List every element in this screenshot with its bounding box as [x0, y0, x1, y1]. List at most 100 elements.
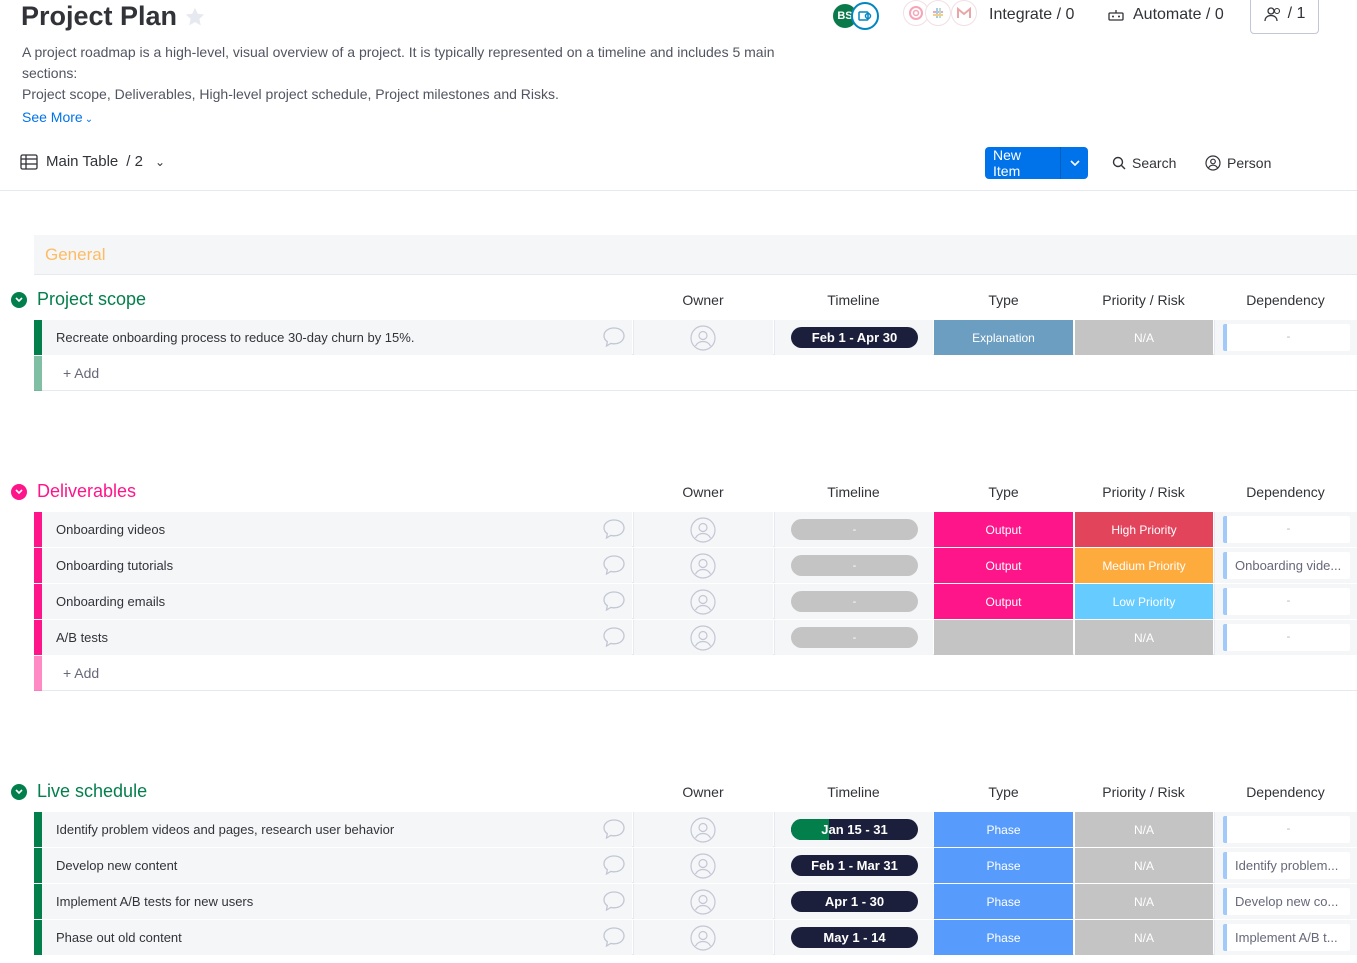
dependency-cell[interactable]: -	[1214, 584, 1357, 619]
column-header-owner[interactable]: Owner	[633, 784, 773, 800]
timeline-cell[interactable]: Apr 1 - 30	[774, 884, 933, 919]
column-header-owner[interactable]: Owner	[633, 484, 773, 500]
timeline-pill[interactable]: Apr 1 - 30	[791, 891, 918, 912]
priority-status-cell[interactable]: Low Priority	[1074, 584, 1213, 619]
item-name[interactable]: Onboarding videos	[56, 522, 165, 537]
add-item-input[interactable]: + Add	[63, 665, 99, 681]
person-filter-button[interactable]: Person	[1205, 155, 1271, 171]
type-status-cell[interactable]: Output	[934, 584, 1073, 619]
comment-icon[interactable]	[602, 626, 626, 648]
priority-status-cell[interactable]: N/A	[1074, 920, 1213, 955]
item-name-cell[interactable]: Implement A/B tests for new users	[42, 884, 632, 919]
type-status-cell[interactable]: Explanation	[934, 320, 1073, 355]
comment-icon[interactable]	[602, 818, 626, 840]
owner-cell[interactable]	[633, 320, 773, 355]
main-table-view-tab[interactable]: Main Table / 2 ⌄	[20, 153, 165, 170]
dependency-cell[interactable]: Onboarding vide...	[1214, 548, 1357, 583]
comment-icon[interactable]	[602, 590, 626, 612]
table-row[interactable]: Develop new content Feb 1 - Mar 31 Phase N/…	[34, 848, 1357, 883]
dependency-cell[interactable]: Identify problem...	[1214, 848, 1357, 883]
column-header-priority[interactable]: Priority / Risk	[1074, 484, 1213, 500]
comment-icon[interactable]	[602, 554, 626, 576]
timeline-cell[interactable]: May 1 - 14	[774, 920, 933, 955]
column-header-type[interactable]: Type	[934, 292, 1073, 308]
type-status-cell[interactable]: Phase	[934, 848, 1073, 883]
owner-cell[interactable]	[633, 548, 773, 583]
timeline-cell[interactable]: Feb 1 - Apr 30	[774, 320, 933, 355]
priority-status-cell[interactable]: N/A	[1074, 848, 1213, 883]
owner-cell[interactable]	[633, 584, 773, 619]
search-button[interactable]: Search	[1112, 155, 1176, 171]
person-placeholder-icon[interactable]	[690, 325, 716, 351]
dependency-value[interactable]: -	[1223, 324, 1350, 351]
table-row[interactable]: Phase out old content May 1 - 14 Phase N/A I…	[34, 920, 1357, 955]
item-name[interactable]: Identify problem videos and pages, resea…	[56, 822, 394, 837]
table-row[interactable]: Recreate onboarding process to reduce 30…	[34, 320, 1357, 355]
dependency-cell[interactable]: -	[1214, 620, 1357, 655]
star-icon[interactable]	[184, 6, 206, 28]
priority-status-cell[interactable]: N/A	[1074, 884, 1213, 919]
column-header-type[interactable]: Type	[934, 484, 1073, 500]
table-row[interactable]: Implement A/B tests for new users Apr 1 -…	[34, 884, 1357, 919]
table-row[interactable]: Identify problem videos and pages, resea…	[34, 812, 1357, 847]
collapse-group-icon[interactable]	[11, 484, 27, 500]
item-name-cell[interactable]: Onboarding tutorials	[42, 548, 632, 583]
owner-cell[interactable]	[633, 512, 773, 547]
comment-icon[interactable]	[602, 926, 626, 948]
timeline-pill[interactable]: -	[791, 627, 918, 648]
person-placeholder-icon[interactable]	[690, 517, 716, 543]
comment-icon[interactable]	[602, 326, 626, 348]
item-name[interactable]: Phase out old content	[56, 930, 182, 945]
priority-status-cell[interactable]: N/A	[1074, 812, 1213, 847]
priority-status-cell[interactable]: High Priority	[1074, 512, 1213, 547]
type-status-cell[interactable]: Phase	[934, 884, 1073, 919]
timeline-pill[interactable]: -	[791, 519, 918, 540]
table-row[interactable]: Onboarding videos - Output High Priority -	[34, 512, 1357, 547]
dependency-value[interactable]: Onboarding vide...	[1223, 552, 1350, 579]
dependency-cell[interactable]: -	[1214, 812, 1357, 847]
item-name-cell[interactable]: Onboarding emails	[42, 584, 632, 619]
add-item-row[interactable]: + Add	[34, 656, 1357, 691]
column-header-dependency[interactable]: Dependency	[1214, 292, 1357, 308]
item-name[interactable]: Implement A/B tests for new users	[56, 894, 253, 909]
column-header-priority[interactable]: Priority / Risk	[1074, 784, 1213, 800]
item-name[interactable]: Onboarding emails	[56, 594, 165, 609]
dependency-value[interactable]: Implement A/B t...	[1223, 924, 1350, 951]
new-item-dropdown-button[interactable]	[1060, 147, 1088, 179]
timeline-pill[interactable]: Jan 15 - 31	[791, 819, 918, 840]
person-placeholder-icon[interactable]	[690, 625, 716, 651]
column-header-priority[interactable]: Priority / Risk	[1074, 292, 1213, 308]
column-header-owner[interactable]: Owner	[633, 292, 773, 308]
timeline-pill[interactable]: -	[791, 555, 918, 576]
integration-avatar-icon[interactable]	[851, 2, 879, 30]
automate-button[interactable]: Automate / 0	[1107, 6, 1224, 24]
dependency-cell[interactable]: Implement A/B t...	[1214, 920, 1357, 955]
person-placeholder-icon[interactable]	[690, 553, 716, 579]
type-status-cell[interactable]: Output	[934, 512, 1073, 547]
column-header-timeline[interactable]: Timeline	[774, 784, 933, 800]
timeline-cell[interactable]: -	[774, 584, 933, 619]
dependency-cell[interactable]: Develop new co...	[1214, 884, 1357, 919]
item-name-cell[interactable]: Phase out old content	[42, 920, 632, 955]
timeline-pill[interactable]: Feb 1 - Apr 30	[791, 327, 918, 348]
person-placeholder-icon[interactable]	[690, 817, 716, 843]
new-item-button[interactable]: New Item	[985, 147, 1060, 179]
type-status-cell[interactable]	[934, 620, 1073, 655]
add-item-input[interactable]: + Add	[63, 365, 99, 381]
dependency-cell[interactable]: -	[1214, 320, 1357, 355]
timeline-pill[interactable]: May 1 - 14	[791, 927, 918, 948]
owner-cell[interactable]	[633, 884, 773, 919]
owner-cell[interactable]	[633, 620, 773, 655]
column-header-type[interactable]: Type	[934, 784, 1073, 800]
dependency-value[interactable]: Identify problem...	[1223, 852, 1350, 879]
person-placeholder-icon[interactable]	[690, 853, 716, 879]
group-title[interactable]: General	[45, 245, 105, 265]
add-item-row[interactable]: + Add	[34, 356, 1357, 391]
type-status-cell[interactable]: Phase	[934, 920, 1073, 955]
priority-status-cell[interactable]: N/A	[1074, 620, 1213, 655]
dependency-value[interactable]: Develop new co...	[1223, 888, 1350, 915]
item-name-cell[interactable]: Recreate onboarding process to reduce 30…	[42, 320, 632, 355]
comment-icon[interactable]	[602, 890, 626, 912]
priority-status-cell[interactable]: Medium Priority	[1074, 548, 1213, 583]
collapse-group-icon[interactable]	[11, 292, 27, 308]
